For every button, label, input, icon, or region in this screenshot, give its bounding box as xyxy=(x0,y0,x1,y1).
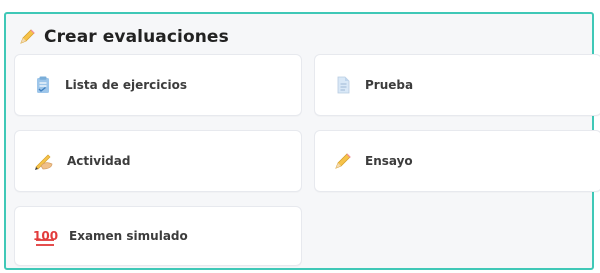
create-evaluations-panel: Crear evaluaciones Lista de ejercicios P… xyxy=(4,12,600,270)
card-ensayo[interactable]: Ensayo xyxy=(314,130,600,192)
panel-header: Crear evaluaciones xyxy=(18,22,229,52)
card-label: Examen simulado xyxy=(69,229,188,243)
panel-title: Crear evaluaciones xyxy=(44,27,229,47)
card-label: Ensayo xyxy=(365,154,413,168)
card-examen-simulado[interactable]: 100 Examen simulado xyxy=(14,206,302,266)
writing-hand-icon xyxy=(33,151,55,171)
clipboard-icon xyxy=(33,75,53,95)
card-lista-de-ejercicios[interactable]: Lista de ejercicios xyxy=(14,54,302,116)
pencil-icon xyxy=(18,28,36,46)
document-icon xyxy=(333,75,353,95)
card-label: Lista de ejercicios xyxy=(65,78,187,92)
pencil-icon xyxy=(333,151,353,171)
card-actividad[interactable]: Actividad xyxy=(14,130,302,192)
card-label: Prueba xyxy=(365,78,414,92)
hundred-points-icon: 100 xyxy=(33,229,59,246)
card-label: Actividad xyxy=(67,154,131,168)
card-prueba[interactable]: Prueba xyxy=(314,54,600,116)
